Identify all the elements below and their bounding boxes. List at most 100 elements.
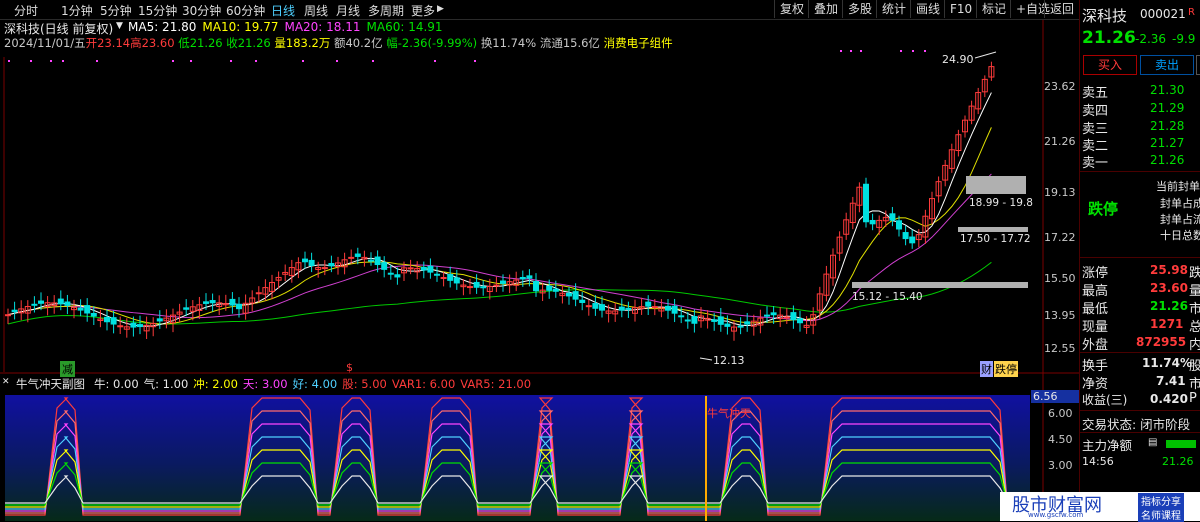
info-amount: 额40.2亿 (333, 36, 383, 50)
divider (1080, 352, 1200, 353)
period-weekly[interactable]: 周线 (304, 2, 328, 19)
more-chevron-icon[interactable]: ▶ (437, 4, 444, 14)
period-30min[interactable]: 30分钟 (182, 2, 221, 19)
candle-body (420, 266, 427, 271)
candle-body (255, 292, 262, 295)
stat-tail: 量 (1189, 284, 1200, 299)
candle-body (552, 288, 559, 292)
candle-body (678, 315, 685, 318)
candle-body (64, 301, 71, 306)
divider (1080, 257, 1200, 258)
candle-body (203, 301, 209, 304)
candle-body (671, 305, 678, 314)
stat-outer-value: 872955 (1136, 335, 1187, 349)
y-tick-label: 23.62 (1044, 80, 1076, 93)
period-multi[interactable]: 多周期 (368, 2, 404, 19)
period-toolbar: 分时 1分钟 5分钟 15分钟 30分钟 60分钟 日线 周线 月线 多周期 更… (0, 0, 1200, 20)
ma5-line (7, 92, 992, 327)
stat-cur-vol-label: 现量 (1082, 320, 1109, 335)
param-qi: 气: 1.00 (143, 377, 189, 391)
margin-badge: R (1188, 7, 1195, 18)
signal-label: 牛气冲天 (707, 407, 751, 420)
signal-dot (255, 60, 257, 62)
candle-body (493, 284, 500, 287)
statistics-button[interactable]: 统计 (876, 0, 911, 18)
candle-body (308, 259, 315, 266)
candle-body (599, 304, 605, 311)
signal-dot (96, 60, 98, 62)
period-daily[interactable]: 日线 (271, 2, 295, 19)
signal-dot (336, 60, 338, 62)
candle-body (684, 319, 691, 322)
sell-button[interactable]: 卖出 (1140, 55, 1194, 75)
info-sector: 消费电子组件 (603, 36, 673, 50)
candle-body (889, 213, 896, 221)
bar-info-line: 2024/11/01/五开23.14高23.60 低21.26 收21.26 量… (4, 35, 673, 51)
overlay-button[interactable]: 叠加 (808, 0, 843, 18)
candle-body (104, 316, 110, 323)
signal-dot (850, 50, 852, 52)
candle-body (183, 307, 190, 310)
high-price-label: 24.90 (942, 53, 974, 66)
ma20-line (7, 173, 992, 322)
tick-price: 21.26 (1162, 455, 1194, 468)
ask2-price: 21.27 (1150, 136, 1185, 150)
multi-stock-button[interactable]: 多股 (842, 0, 877, 18)
ma-toggle-chevron-icon[interactable]: ▼ (116, 21, 123, 31)
period-5min[interactable]: 5分钟 (100, 2, 132, 19)
info-low: 低21.26 (178, 36, 223, 50)
candle-body (5, 314, 11, 317)
site-watermark: 股市财富网 www.gscfw.com 指标分享 名师课程 (1000, 492, 1200, 522)
signal-dot (912, 50, 914, 52)
mark-button[interactable]: 标记 (976, 0, 1011, 18)
candle-body (579, 299, 586, 303)
period-60min[interactable]: 60分钟 (226, 2, 265, 19)
back-button[interactable]: 返回 (1044, 0, 1079, 18)
main-net-flow-label[interactable]: 主力净额 (1082, 435, 1132, 454)
ask3-price: 21.28 (1150, 119, 1185, 133)
price-change: -2.36 (1135, 32, 1167, 46)
more-trade-button[interactable] (1196, 55, 1200, 75)
info-high: 高23.60 (130, 36, 175, 50)
y-tick-label: 21.26 (1044, 135, 1076, 148)
y-tick-label: 17.22 (1044, 231, 1076, 244)
ask4-label: 卖四 (1082, 104, 1109, 119)
candle-body (572, 291, 579, 300)
candle-body (717, 316, 724, 325)
stat-limit-up-value: 25.98 (1150, 263, 1188, 277)
ma10-label: MA10: 19.77 (202, 20, 279, 34)
gap-zone-3 (852, 282, 1028, 288)
info-open: 开23.14 (85, 36, 131, 50)
period-monthly[interactable]: 月线 (336, 2, 360, 19)
period-more[interactable]: 更多 (411, 2, 435, 19)
last-price: 21.26 (1082, 28, 1136, 48)
param-gu: 股: 5.00 (342, 377, 387, 391)
period-1min[interactable]: 1分钟 (61, 2, 93, 19)
list-icon[interactable]: ▤ (1148, 437, 1157, 448)
period-15min[interactable]: 15分钟 (138, 2, 177, 19)
subchart-close-icon[interactable]: ✕ (2, 377, 10, 387)
buy-button[interactable]: 买入 (1083, 55, 1137, 75)
period-intraday[interactable]: 分时 (14, 2, 38, 19)
signal-dot (900, 50, 902, 52)
kline-chart-canvas[interactable] (0, 0, 1079, 521)
draw-line-button[interactable]: 画线 (910, 0, 945, 18)
restore-rights-button[interactable]: 复权 (774, 0, 809, 18)
stat-low-value: 21.26 (1150, 299, 1188, 313)
stat-tail: 内 (1189, 338, 1200, 353)
candle-body (618, 306, 625, 311)
stat-nav-label: 净资 (1082, 377, 1109, 392)
param-var5: VAR5: 21.00 (460, 377, 532, 391)
candle-body (797, 318, 803, 324)
stat-eps-value: 0.420 (1150, 392, 1188, 406)
candle-body (381, 262, 388, 270)
ask4-price: 21.29 (1150, 101, 1185, 115)
info-close: 收21.26 (226, 36, 271, 50)
candle-body (137, 324, 143, 328)
limit-line-3: 封单占流 (1160, 213, 1200, 226)
reduce-holding-badge: 减 (60, 361, 75, 377)
low-price-label: 12.13 (713, 354, 745, 367)
candle-body (130, 322, 137, 328)
f10-button[interactable]: F10 (944, 0, 977, 18)
candle-body (526, 275, 533, 279)
